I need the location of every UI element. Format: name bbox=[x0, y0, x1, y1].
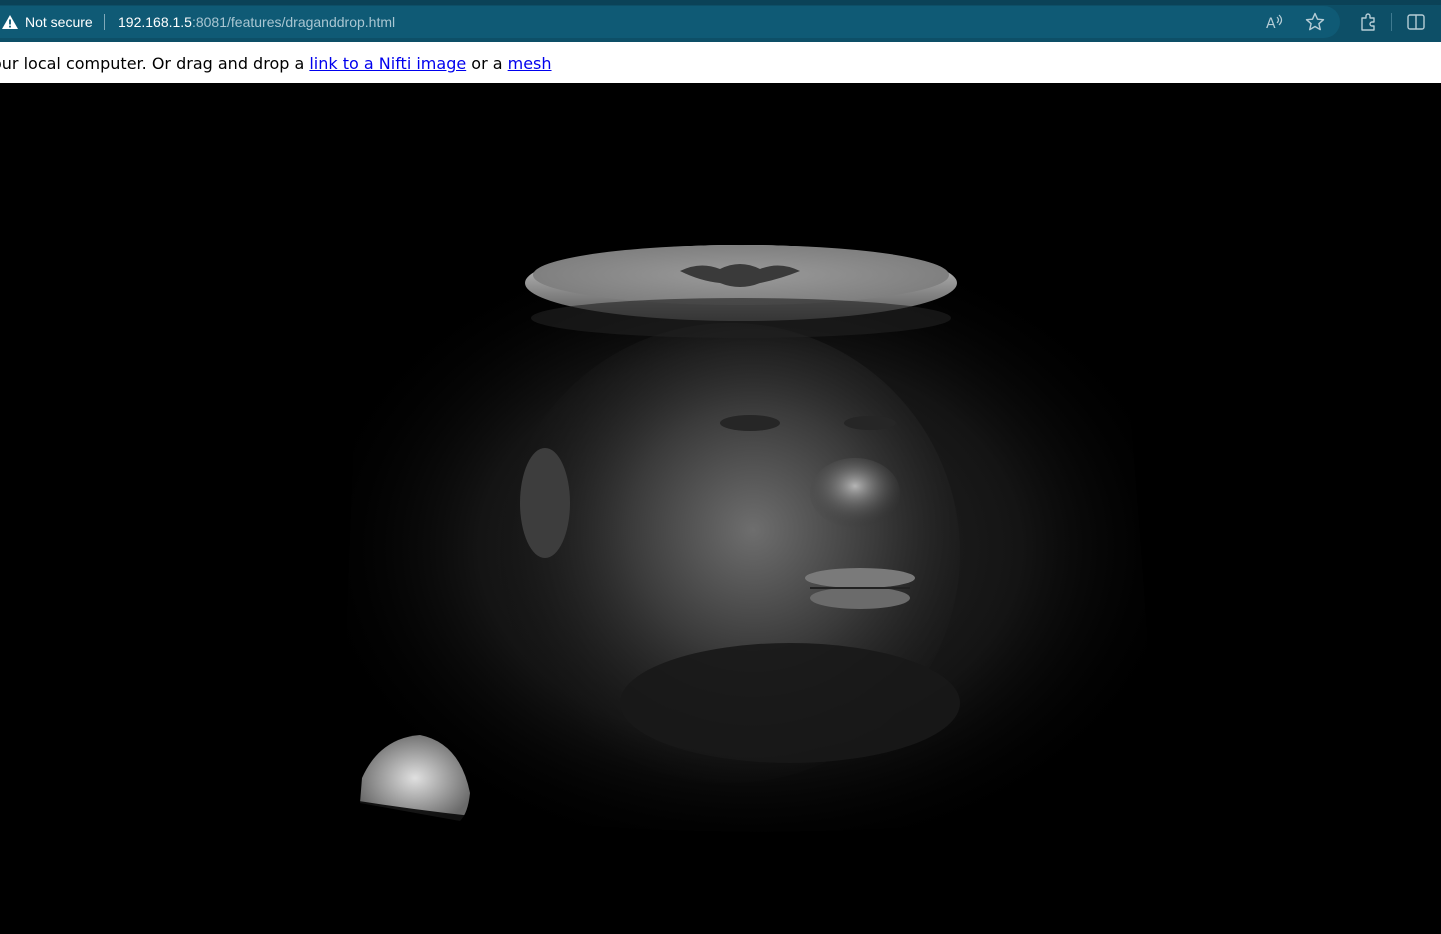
chin-region bbox=[620, 643, 960, 763]
slice-shadow bbox=[531, 298, 951, 338]
address-divider bbox=[104, 14, 105, 30]
upper-lip bbox=[805, 568, 915, 588]
svg-text:A: A bbox=[1266, 16, 1276, 31]
ear-region bbox=[520, 448, 570, 558]
mesh-link[interactable]: mesh bbox=[508, 54, 552, 73]
nose-region bbox=[810, 458, 900, 528]
security-status[interactable]: Not secure bbox=[25, 12, 93, 32]
toolbar-divider bbox=[1391, 13, 1392, 31]
instruction-text: our local computer. Or drag and drop a l… bbox=[0, 53, 552, 75]
tab-strip-edge bbox=[0, 0, 1441, 5]
browser-toolbar: Not secure 192.168.1.5:8081/features/dra… bbox=[0, 0, 1441, 42]
instruction-middle: or a bbox=[466, 54, 508, 73]
read-aloud-icon[interactable]: A bbox=[1264, 11, 1286, 33]
url-field[interactable]: 192.168.1.5:8081/features/draganddrop.ht… bbox=[118, 12, 395, 32]
eye-left bbox=[720, 415, 780, 431]
lower-lip bbox=[810, 587, 910, 609]
favorite-star-icon[interactable] bbox=[1304, 11, 1326, 33]
nifti-image-link[interactable]: link to a Nifti image bbox=[309, 54, 466, 73]
volume-render-canvas[interactable] bbox=[0, 83, 1441, 934]
extensions-icon[interactable] bbox=[1357, 11, 1379, 33]
instruction-prefix: our local computer. Or drag and drop a bbox=[0, 54, 310, 73]
split-screen-icon[interactable] bbox=[1405, 11, 1427, 33]
head-volume-render bbox=[340, 245, 1160, 873]
eye-right bbox=[844, 416, 896, 430]
url-host: 192.168.1.5 bbox=[118, 14, 192, 30]
url-path: :8081/features/draganddrop.html bbox=[191, 14, 396, 30]
warning-icon[interactable] bbox=[1, 14, 19, 30]
